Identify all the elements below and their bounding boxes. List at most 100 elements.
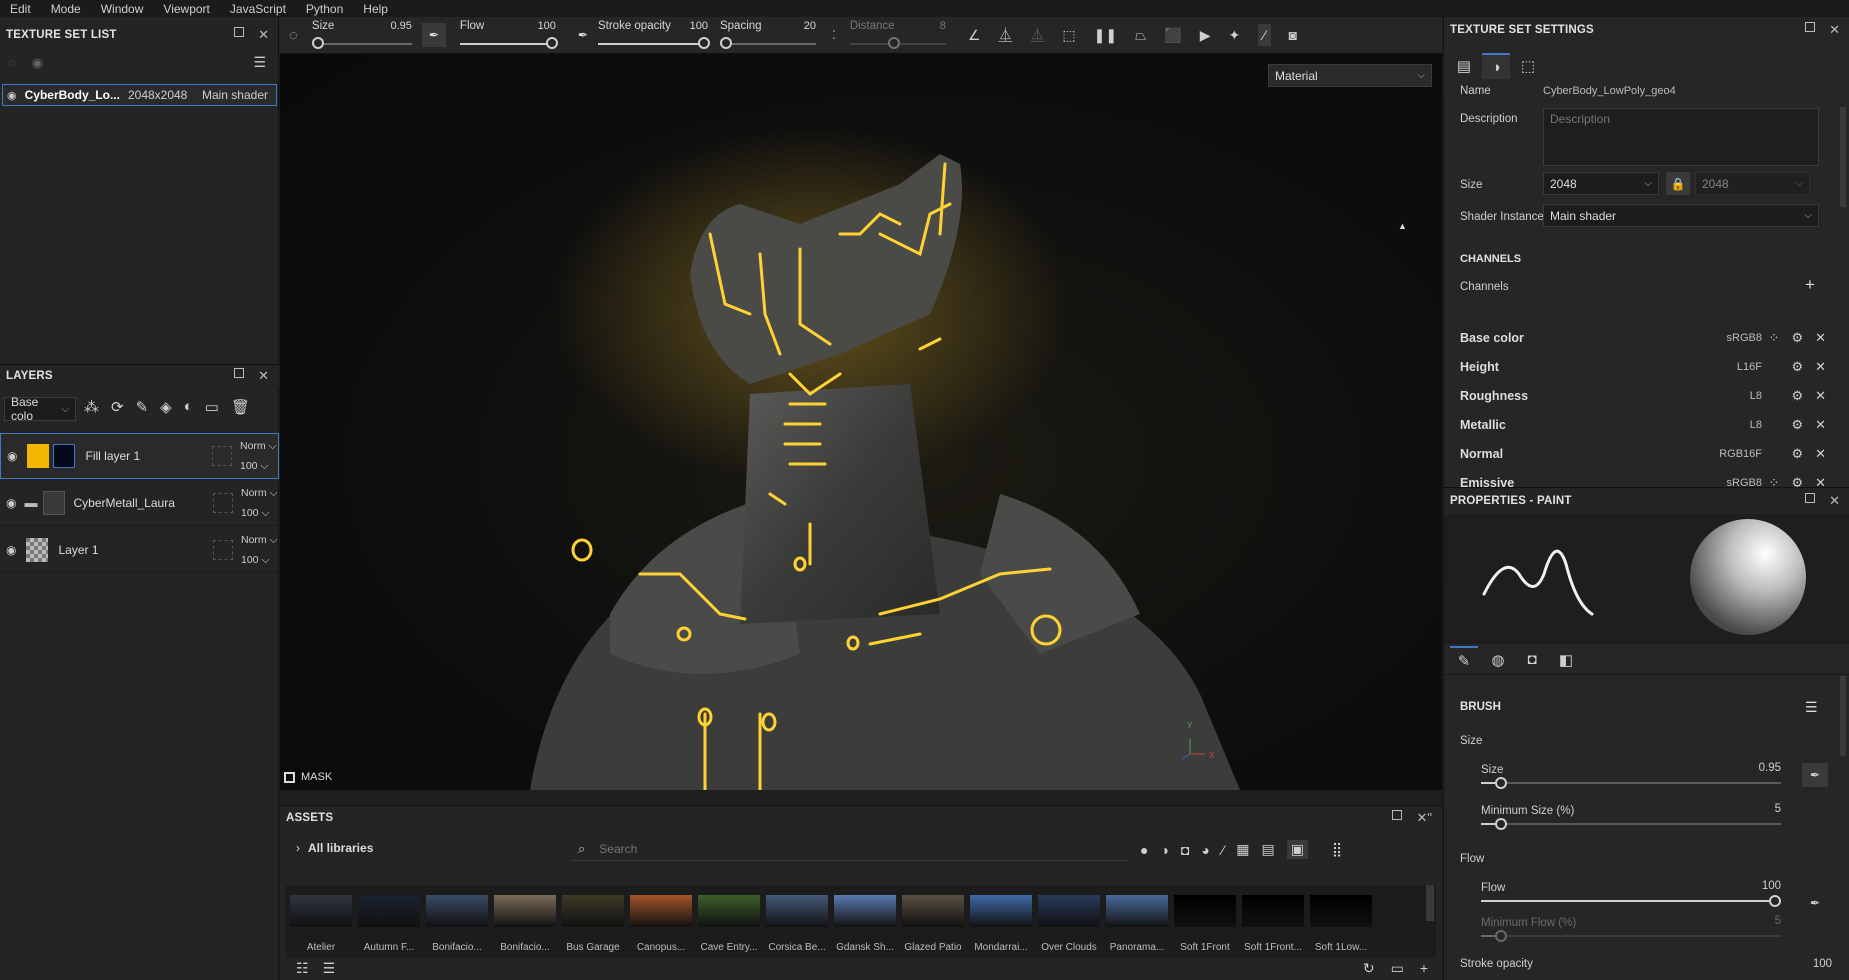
- stroke-opacity-slider[interactable]: Stroke opacity 100: [597, 17, 710, 54]
- channel-format[interactable]: sRGB8: [1702, 332, 1762, 344]
- asset-thumbnail[interactable]: [630, 895, 692, 927]
- settings-scrollbar[interactable]: [1840, 107, 1846, 207]
- gear-icon[interactable]: ⚙: [1791, 330, 1803, 346]
- minimum-flow-knob[interactable]: [1495, 930, 1507, 942]
- undock-icon[interactable]: [1392, 809, 1403, 820]
- minimum-flow-slider[interactable]: Minimum Flow (%) 5: [1481, 915, 1781, 945]
- paint-mode-icon[interactable]: ✦: [1229, 27, 1241, 44]
- tab-settings[interactable]: ▤: [1450, 53, 1478, 79]
- mirror-icon[interactable]: ⏅: [998, 25, 1012, 45]
- tab-stencil[interactable]: ◘: [1518, 646, 1546, 674]
- magic-wand-icon[interactable]: ⁂: [84, 398, 99, 416]
- channel-row[interactable]: Height L16F ⚙ ✕: [1460, 352, 1830, 381]
- eye-icon[interactable]: ◉: [7, 449, 17, 463]
- hide-selection-icon[interactable]: ⬚: [1062, 27, 1075, 44]
- asset-thumbnail[interactable]: [358, 895, 420, 927]
- menu-python[interactable]: Python: [306, 2, 343, 16]
- asset-thumbnail[interactable]: [1106, 895, 1168, 927]
- blend-mode[interactable]: Norm ⌵: [240, 436, 278, 456]
- channel-row[interactable]: Roughness L8 ⚙ ✕: [1460, 381, 1830, 410]
- layer-mask-slot[interactable]: [213, 492, 233, 513]
- cube-view-icon[interactable]: ⬛: [1164, 27, 1181, 44]
- description-input[interactable]: [1543, 108, 1819, 166]
- channel-format[interactable]: L8: [1702, 419, 1762, 431]
- group-thumb[interactable]: [43, 490, 66, 515]
- camera-icon[interactable]: ▶: [1200, 27, 1211, 44]
- search-input[interactable]: [593, 838, 1094, 859]
- layer-mask-slot[interactable]: [212, 446, 232, 466]
- size-select[interactable]: 2048 ⌵: [1543, 172, 1659, 195]
- asset-thumbnail[interactable]: [426, 895, 488, 927]
- close-icon[interactable]: ✕": [1416, 810, 1432, 826]
- asset-thumbnail[interactable]: [834, 895, 896, 927]
- refresh-icon[interactable]: ↻: [1363, 960, 1375, 977]
- remove-channel-icon[interactable]: ✕: [1815, 417, 1826, 433]
- remove-channel-icon[interactable]: ✕: [1815, 446, 1826, 462]
- smart-material-filter-icon[interactable]: ◑: [1160, 842, 1168, 858]
- 3d-viewport[interactable]: Y X Material ⌵ ▲ MASK: [280, 54, 1442, 790]
- menu-edit[interactable]: Edit: [10, 2, 31, 16]
- size-pressure-icon[interactable]: ✒: [1802, 763, 1828, 787]
- asset-scrollbar[interactable]: [1426, 885, 1434, 921]
- size-slider[interactable]: Size 0.95: [311, 17, 412, 54]
- brush-shape-icon[interactable]: ◌: [289, 27, 298, 44]
- add-icon[interactable]: +: [1420, 960, 1428, 977]
- pen-pressure-icon[interactable]: ✒: [421, 23, 446, 47]
- close-icon[interactable]: ✕: [1829, 22, 1840, 38]
- fill-layer-icon[interactable]: ◈: [160, 398, 172, 416]
- layer-opacity[interactable]: 100 ⌵: [241, 550, 279, 570]
- mask-filter-icon[interactable]: ◘: [1181, 842, 1189, 858]
- list-view-icon[interactable]: ☷: [296, 960, 309, 977]
- spacing-slider[interactable]: Spacing 20: [719, 17, 816, 54]
- delete-icon[interactable]: 🗑: [231, 398, 250, 416]
- eye-icon[interactable]: ◉: [6, 543, 16, 557]
- remove-channel-icon[interactable]: ✕: [1815, 388, 1826, 404]
- asset-thumbnail[interactable]: [1310, 895, 1372, 927]
- material-filter-icon[interactable]: ●: [1140, 842, 1148, 858]
- mask-thumb[interactable]: [53, 444, 76, 468]
- fill-color-thumb[interactable]: [27, 444, 50, 468]
- mirror-off-icon[interactable]: ⏅: [1030, 25, 1044, 45]
- gear-icon[interactable]: ⚙: [1791, 417, 1803, 433]
- distance-knob[interactable]: [887, 36, 900, 49]
- minimum-size-knob[interactable]: [1495, 818, 1507, 830]
- layer-row[interactable]: ◉ Fill layer 1 Norm ⌵ 100 ⌵: [0, 433, 279, 479]
- mask-icon[interactable]: ◐: [184, 398, 193, 416]
- eye-icon[interactable]: ◉: [6, 496, 16, 510]
- texture-set-row[interactable]: ◉ CyberBody_Lo... 2048x2048 Main shader: [2, 84, 277, 106]
- channel-row[interactable]: Base color sRGB8 ⁘ ⚙ ✕: [1460, 323, 1830, 352]
- mask-toggle[interactable]: MASK: [284, 771, 332, 783]
- size-knob[interactable]: [311, 36, 324, 49]
- asset-thumbnail[interactable]: [970, 895, 1032, 927]
- grid-filter-icon[interactable]: ▤: [1261, 841, 1274, 858]
- asset-thumbnail[interactable]: [766, 895, 828, 927]
- asset-search[interactable]: ⌕: [572, 837, 1128, 861]
- menu-window[interactable]: Window: [101, 2, 144, 16]
- asset-thumbnail[interactable]: [290, 895, 352, 927]
- asset-thumbnail[interactable]: [562, 895, 624, 927]
- blend-mode[interactable]: Norm ⌵: [241, 483, 279, 503]
- screenshot-icon[interactable]: ◙: [1289, 27, 1297, 43]
- brush-icon[interactable]: ⁄: [1258, 24, 1271, 46]
- smart-material-icon[interactable]: ⟳: [111, 398, 124, 416]
- brush-size-knob[interactable]: [1495, 777, 1507, 789]
- flow-slider[interactable]: Flow 100: [459, 17, 558, 54]
- close-icon[interactable]: ✕: [258, 27, 269, 43]
- brush-flow-slider[interactable]: Flow 100: [1481, 880, 1781, 910]
- remove-channel-icon[interactable]: ✕: [1815, 330, 1826, 346]
- channel-format[interactable]: L16F: [1702, 361, 1762, 373]
- tab-material[interactable]: ◧: [1552, 646, 1580, 674]
- undock-icon[interactable]: [1805, 492, 1816, 503]
- asset-thumbnail[interactable]: [1242, 895, 1304, 927]
- color-profile-icon[interactable]: ⁘: [1769, 330, 1780, 346]
- layer-row[interactable]: ◉ ▬ CyberMetall_Laura Norm ⌵ 100 ⌵: [0, 480, 279, 526]
- close-icon[interactable]: ✕: [258, 368, 269, 384]
- blend-mode[interactable]: Norm ⌵: [241, 530, 279, 550]
- undock-icon[interactable]: [234, 367, 245, 378]
- tree-view-icon[interactable]: ☰: [323, 960, 336, 977]
- undock-icon[interactable]: [1805, 22, 1816, 32]
- add-channel-icon[interactable]: +: [1805, 275, 1815, 295]
- pause-icon[interactable]: ❚❚: [1094, 27, 1117, 44]
- mask-checkbox-icon[interactable]: [284, 771, 295, 783]
- viewport-mode-select[interactable]: Material ⌵: [1268, 64, 1432, 87]
